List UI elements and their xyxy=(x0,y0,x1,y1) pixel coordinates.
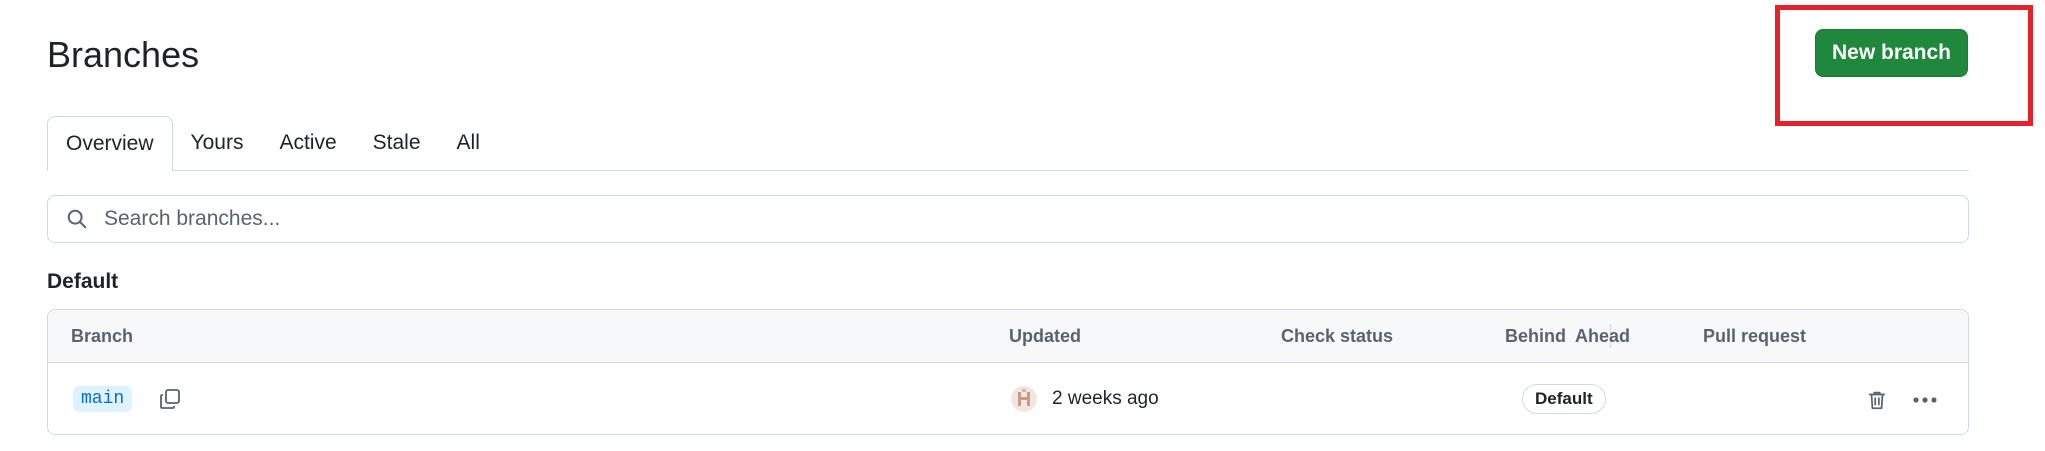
page-title: Branches xyxy=(47,34,200,75)
updated-time: 2 weeks ago xyxy=(1052,388,1159,409)
tab-overview[interactable]: Overview xyxy=(47,116,173,171)
section-title-default: Default xyxy=(47,270,119,293)
more-options-button[interactable] xyxy=(1908,383,1942,417)
column-header-branch: Branch xyxy=(71,326,134,346)
branch-tabs: Overview Yours Active Stale All xyxy=(47,116,1969,171)
tab-yours[interactable]: Yours xyxy=(173,116,262,170)
search-box[interactable] xyxy=(47,195,1969,243)
column-header-check-status: Check status xyxy=(1281,326,1394,346)
default-badge: Default xyxy=(1522,384,1606,414)
search-icon xyxy=(67,209,87,229)
copy-icon xyxy=(160,389,180,409)
avatar[interactable] xyxy=(1011,386,1037,412)
branch-name-link[interactable]: main xyxy=(73,386,133,412)
search-input[interactable] xyxy=(102,206,1906,232)
delete-branch-button[interactable] xyxy=(1860,383,1894,417)
identicon-icon xyxy=(1018,389,1030,406)
trash-icon xyxy=(1868,391,1886,410)
tab-active[interactable]: Active xyxy=(261,116,354,170)
copy-branch-button[interactable] xyxy=(152,381,188,417)
column-header-ahead: Ahead xyxy=(1575,326,1631,346)
branches-table: Branch Updated Check status Behind Ahead… xyxy=(47,309,1969,435)
tab-stale[interactable]: Stale xyxy=(355,116,439,170)
table-row: main 2 weeks ago Default xyxy=(48,363,1968,434)
column-header-pull-request: Pull request xyxy=(1703,326,1807,346)
kebab-icon xyxy=(1913,397,1937,403)
column-header-behind: Behind xyxy=(1505,326,1566,346)
tab-all[interactable]: All xyxy=(439,116,498,170)
table-header: Branch Updated Check status Behind Ahead… xyxy=(48,310,1968,363)
new-branch-button[interactable]: New branch xyxy=(1815,29,1968,77)
column-header-updated: Updated xyxy=(1009,326,1081,346)
